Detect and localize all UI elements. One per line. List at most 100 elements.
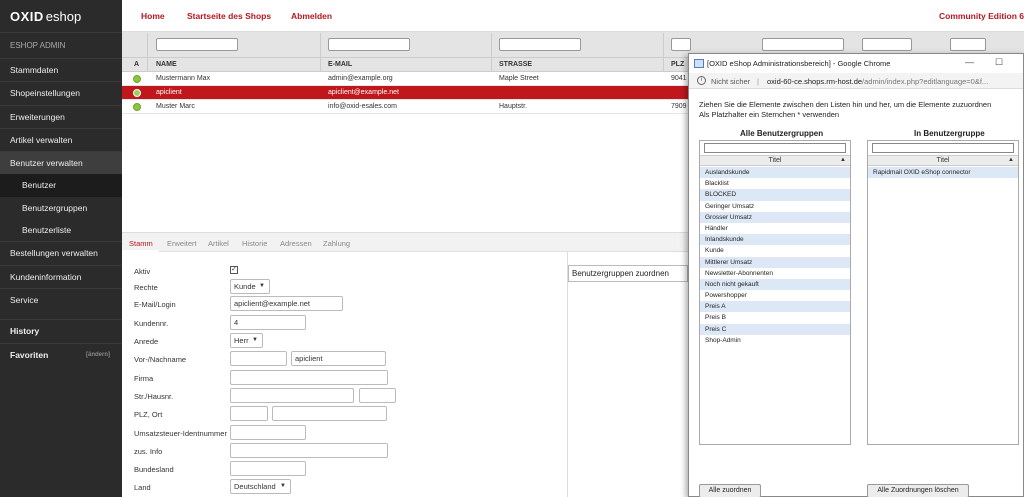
cell-street[interactable]: Maple Street — [499, 75, 539, 82]
list-item[interactable]: Powershopper — [700, 290, 850, 301]
list-item[interactable]: Preis B — [700, 312, 850, 323]
sidebar-item-kundeninformation[interactable]: Kundeninformation — [0, 264, 122, 288]
vat-field[interactable] — [230, 425, 306, 440]
list-item[interactable]: BLOCKED — [700, 189, 850, 201]
favorites-change-link[interactable]: [ändern] — [86, 344, 110, 367]
label-country: Land — [134, 483, 151, 492]
sidebar-item-service[interactable]: Service — [0, 287, 122, 311]
sidebar-item-stammdaten[interactable]: Stammdaten — [0, 58, 122, 81]
sidebar-subitem-benutzerliste[interactable]: Benutzerliste — [0, 219, 122, 241]
filter-email-input[interactable] — [328, 38, 410, 51]
filter-extra-input-2[interactable] — [950, 38, 986, 51]
info-icon[interactable]: i — [697, 76, 706, 85]
state-field[interactable] — [230, 461, 306, 476]
home-link[interactable]: Home — [141, 11, 165, 21]
list-item[interactable]: Mittlerer Umsatz — [700, 256, 850, 268]
user-form: Aktiv ✓ Rechte Kunde ▼ E-Mail/Login apicl… — [122, 252, 562, 497]
list-item[interactable]: Kunde — [700, 245, 850, 256]
col-street-header[interactable]: STRASSE — [499, 61, 532, 68]
house-no-field[interactable] — [359, 388, 396, 403]
list-item[interactable]: Geringer Umsatz — [700, 201, 850, 212]
tab-stamm[interactable]: Stamm — [129, 239, 153, 248]
minimize-icon[interactable]: — — [965, 57, 974, 67]
cell-zip[interactable]: 9041 — [671, 75, 687, 82]
col-name-header[interactable]: NAME — [156, 61, 177, 68]
list-item[interactable]: Auslandskunde — [700, 167, 850, 179]
in-group-header[interactable]: Titel ▲ — [868, 155, 1018, 166]
sidebar-item-shopeinstellungen[interactable]: Shopeinstellungen — [0, 81, 122, 104]
list-item[interactable]: Blacklist — [700, 178, 850, 189]
assign-all-button[interactable]: Alle zuordnen — [699, 484, 761, 497]
country-select[interactable]: Deutschland ▼ — [230, 479, 291, 494]
list-item[interactable]: Rapidmail OXID eShop connector — [868, 167, 1018, 179]
lastname-field[interactable]: apiclient — [291, 351, 386, 366]
sidebar-item-favoriten[interactable]: Favoriten [ändern] — [0, 342, 122, 367]
tab-historie[interactable]: Historie — [242, 239, 267, 248]
cell-name[interactable]: Muster Marc — [156, 103, 195, 110]
col-email-header[interactable]: E-MAIL — [328, 61, 352, 68]
col-zip-header[interactable]: PLZ — [671, 61, 684, 68]
list-item[interactable]: Preis A — [700, 301, 850, 313]
cell-zip[interactable]: 7909 — [671, 103, 687, 110]
filter-name-input[interactable] — [156, 38, 238, 51]
list-item[interactable]: Newsletter-Abonnenten — [700, 268, 850, 279]
maximize-icon[interactable]: ☐ — [995, 57, 1003, 68]
sidebar-item-benutzer-verwalten[interactable]: Benutzer verwalten — [0, 151, 122, 175]
in-group-filter-input[interactable] — [872, 143, 1014, 153]
popup-url[interactable]: oxid-60-ce.shops.rm-host.de/admin/index.… — [767, 77, 988, 86]
salutation-select[interactable]: Herr ▼ — [230, 333, 263, 348]
cell-email[interactable]: admin@example.org — [328, 75, 393, 82]
filter-city-input[interactable] — [762, 38, 844, 51]
list-item[interactable]: Preis C — [700, 323, 850, 335]
zip-field[interactable] — [230, 406, 268, 421]
list-item[interactable]: Inlandskunde — [700, 234, 850, 246]
add-info-field[interactable] — [230, 443, 388, 458]
sidebar-subitem-benutzergruppen[interactable]: Benutzergruppen — [0, 197, 122, 219]
filter-extra-input[interactable] — [862, 38, 912, 51]
customer-no-field[interactable]: 4 — [230, 315, 306, 330]
tab-artikel[interactable]: Artikel — [208, 239, 229, 248]
remove-all-assignments-button[interactable]: Alle Zuordnungen löschen — [867, 484, 969, 497]
filter-zip-input[interactable] — [671, 38, 691, 51]
active-checkbox[interactable]: ✓ — [230, 266, 238, 274]
cell-email[interactable]: apiclient@example.net — [328, 89, 399, 96]
cell-name[interactable]: Mustermann Max — [156, 75, 210, 82]
list-item[interactable]: Shop-Admin — [700, 335, 850, 346]
cell-name[interactable]: apiclient — [156, 89, 182, 96]
list-item[interactable]: Grosser Umsatz — [700, 211, 850, 223]
tab-adressen[interactable]: Adressen — [280, 239, 312, 248]
all-groups-filter-input[interactable] — [704, 143, 846, 153]
filter-street-input[interactable] — [499, 38, 581, 51]
street-field[interactable] — [230, 388, 354, 403]
list-item[interactable]: Noch nicht gekauft — [700, 278, 850, 291]
tab-zahlung[interactable]: Zahlung — [323, 239, 350, 248]
country-value: Deutschland — [234, 482, 276, 491]
logo[interactable]: OXID eshop — [0, 0, 122, 32]
favorites-label: Favoriten — [10, 349, 49, 360]
firstname-field[interactable] — [230, 351, 287, 366]
col-active-header[interactable]: A — [134, 61, 139, 68]
list-item[interactable]: Händler — [700, 223, 850, 234]
sidebar-item-artikel[interactable]: Artikel verwalten — [0, 127, 122, 151]
sidebar-subitem-benutzer[interactable]: Benutzer — [0, 174, 122, 197]
label-company: Firma — [134, 374, 154, 383]
city-field[interactable] — [272, 406, 387, 421]
sidebar-item-history[interactable]: History — [0, 319, 122, 342]
cell-street[interactable]: Hauptstr. — [499, 103, 527, 110]
sidebar-item-bestellungen[interactable]: Bestellungen verwalten — [0, 241, 122, 264]
email-field[interactable]: apiclient@example.net — [230, 296, 343, 311]
assign-groups-button[interactable]: Benutzergruppen zuordnen — [568, 265, 688, 282]
rights-select[interactable]: Kunde ▼ — [230, 279, 270, 294]
company-field[interactable] — [230, 370, 388, 385]
tab-erweitert[interactable]: Erweitert — [167, 239, 197, 248]
logout-link[interactable]: Abmelden — [291, 11, 332, 21]
instructions-line-1: Ziehen Sie die Elemente zwischen den Lis… — [699, 100, 992, 109]
cell-email[interactable]: info@oxid-esales.com — [328, 103, 397, 110]
popup-titlebar[interactable]: [OXID eShop Administrationsbereich] - Go… — [689, 54, 1023, 73]
shop-start-link[interactable]: Startseite des Shops — [187, 11, 271, 21]
url-separator: | — [757, 77, 759, 86]
all-groups-header[interactable]: Titel ▲ — [700, 155, 850, 166]
label-salutation: Anrede — [134, 337, 159, 346]
popup-body: Ziehen Sie die Elemente zwischen den Lis… — [689, 89, 1023, 497]
sidebar-item-erweiterungen[interactable]: Erweiterungen — [0, 104, 122, 128]
